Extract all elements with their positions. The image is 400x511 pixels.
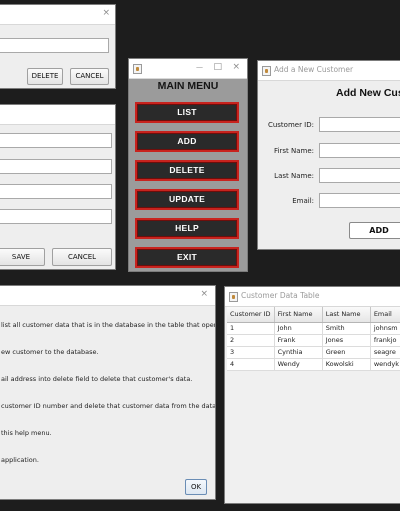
last-name-field[interactable] [319,168,400,183]
update-window-titlebar [0,105,115,125]
table-header-row: Customer ID First Name Last Name Email [227,307,400,323]
close-icon[interactable]: × [102,7,110,19]
main-menu-panel: MAIN MENU LIST ADD DELETE UPDATE HELP EX… [129,79,247,271]
table-cell: 1 [227,322,275,335]
column-header[interactable]: First Name [274,307,323,323]
add-window-titlebar: Add a New Customer [258,61,400,81]
delete-email-field[interactable] [0,38,109,53]
column-header[interactable]: Last Name [322,307,371,323]
update-customer-window: SAVE CANCEL [0,104,116,270]
ok-button[interactable]: OK [185,479,207,495]
table-row[interactable]: 2 Frank Jones frankjo [227,334,400,347]
update-last-name-field[interactable] [0,184,112,199]
delete-button[interactable]: DELETE [27,68,63,85]
column-header[interactable]: Customer ID [227,307,275,323]
table-cell: 4 [227,358,275,371]
table-cell: Cynthia [274,346,323,359]
table-cell: Frank [274,334,323,347]
customer-id-field[interactable] [319,117,400,132]
list-button[interactable]: LIST [135,102,239,123]
main-menu-window: — □ × MAIN MENU LIST ADD DELETE UPDATE H… [128,58,248,272]
cancel-button[interactable]: CANCEL [70,68,109,85]
delete-button[interactable]: DELETE [135,160,239,181]
update-customer-id-field[interactable] [0,133,112,148]
table-cell: Smith [322,322,371,335]
maximize-icon[interactable]: □ [213,61,222,73]
table-window-title: Customer Data Table [241,291,320,300]
close-icon[interactable]: × [232,61,240,73]
table-row[interactable]: 4 Wendy Kowolski wendyk [227,358,400,371]
help-text-delete: ail address into delete field to delete … [1,375,193,383]
save-button[interactable]: SAVE [0,248,45,266]
customer-data-table: Customer ID First Name Last Name Email 1… [227,307,400,371]
exit-button[interactable]: EXIT [135,247,239,268]
update-first-name-field[interactable] [0,159,112,174]
customer-id-label: Customer ID: [267,121,314,129]
main-menu-heading: MAIN MENU [157,80,219,92]
help-text-exit: application. [1,456,39,464]
table-cell: frankjo [370,334,400,347]
add-window-heading: Add New Custo [336,87,400,99]
help-button[interactable]: HELP [135,218,239,239]
table-cell: johnsm [370,322,400,335]
add-button[interactable]: ADD [135,131,239,152]
table-cell: Wendy [274,358,323,371]
app-icon [229,292,238,302]
table-cell: Jones [322,334,371,347]
table-cell: wendyk [370,358,400,371]
table-row[interactable]: 1 John Smith johnsm [227,322,400,335]
table-row[interactable]: 3 Cynthia Green seagre [227,346,400,359]
app-icon [262,66,271,76]
column-header[interactable]: Email [370,307,400,323]
help-text-update: customer ID number and delete that custo… [1,402,216,410]
table-cell: Green [322,346,371,359]
main-menu-titlebar: — □ × [129,59,247,79]
delete-window-titlebar: × [0,5,115,25]
table-cell: 2 [227,334,275,347]
table-cell: Kowolski [322,358,371,371]
email-label: Email: [292,197,314,205]
customer-table-window: Customer Data Table Customer ID First Na… [224,286,400,504]
table-cell: John [274,322,323,335]
help-window-titlebar: × [0,286,215,306]
app-icon [133,64,142,74]
update-email-field[interactable] [0,209,112,224]
cancel-button[interactable]: CANCEL [52,248,112,266]
first-name-field[interactable] [319,143,400,158]
update-button[interactable]: UPDATE [135,189,239,210]
minimize-icon[interactable]: — [196,61,203,73]
add-customer-window: Add a New Customer Add New Custo Custome… [257,60,400,250]
first-name-label: First Name: [274,147,314,155]
table-cell: 3 [227,346,275,359]
table-window-titlebar: Customer Data Table [225,287,400,307]
help-text-list: list all customer data that is in the da… [1,321,216,329]
email-field[interactable] [319,193,400,208]
last-name-label: Last Name: [274,172,314,180]
close-icon[interactable]: × [200,288,208,300]
help-window: × list all customer data that is in the … [0,285,216,500]
table-cell: seagre [370,346,400,359]
delete-customer-window: × DELETE CANCEL [0,4,116,89]
add-button[interactable]: ADD [349,222,400,239]
add-window-title: Add a New Customer [274,65,354,74]
help-text-help: this help menu. [1,429,52,437]
help-text-add: ew customer to the database. [1,348,99,356]
